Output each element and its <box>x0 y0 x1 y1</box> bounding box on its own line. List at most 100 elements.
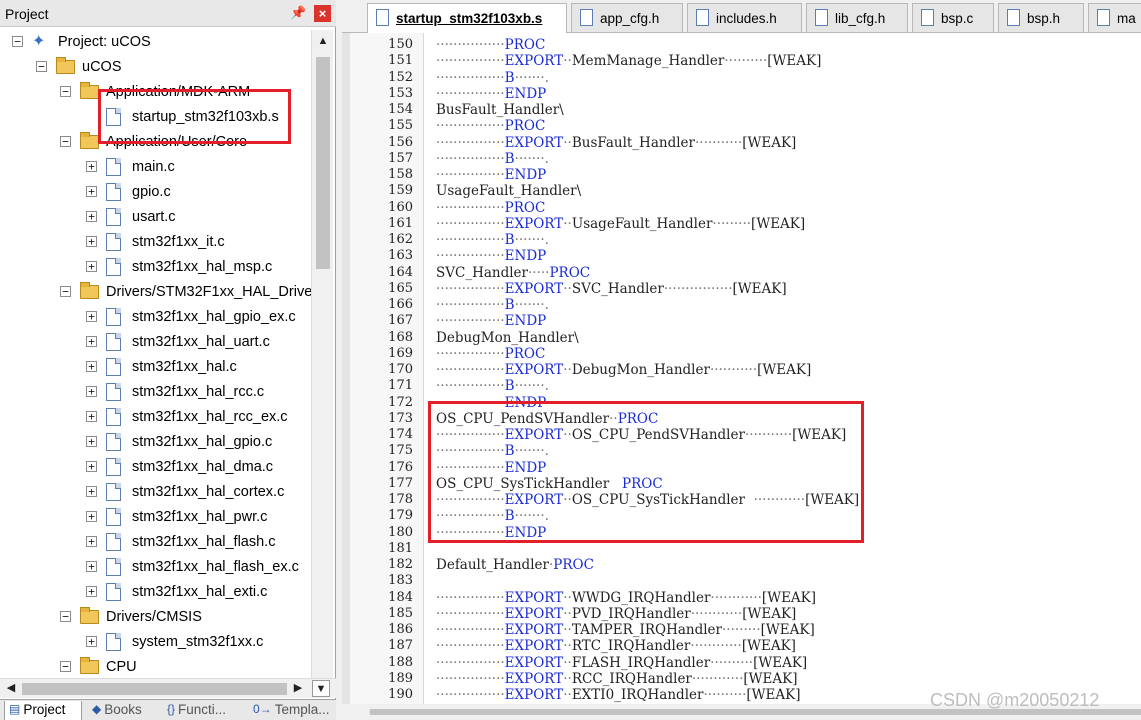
scroll-thumb[interactable] <box>316 57 330 269</box>
pin-icon[interactable]: 📌 <box>290 5 306 22</box>
tree-folder-item[interactable]: − Drivers/CMSIS <box>0 605 311 630</box>
expand-icon[interactable]: + <box>86 311 97 322</box>
expand-icon[interactable]: + <box>86 261 97 272</box>
code-token: RCC_IRQHandler <box>571 670 692 687</box>
line-number: 160 <box>388 199 413 215</box>
panel-tab-2[interactable]: {} Functi... <box>163 701 245 720</box>
file-tab-6[interactable]: ma <box>1088 3 1141 32</box>
collapse-icon[interactable]: − <box>60 611 71 622</box>
scroll-thumb[interactable] <box>22 683 287 695</box>
expand-icon[interactable]: + <box>86 461 97 472</box>
tree-folder-item[interactable]: − CPU <box>0 655 311 678</box>
tree-file-item[interactable]: + stm32f1xx_hal_exti.c <box>0 580 311 605</box>
close-panel-button[interactable]: × <box>314 5 331 22</box>
tree-file-item[interactable]: + stm32f1xx_hal_dma.c <box>0 455 311 480</box>
collapse-icon[interactable]: − <box>60 86 71 97</box>
whitespace-marker: ················ <box>436 134 505 151</box>
expand-icon[interactable]: + <box>86 561 97 572</box>
expand-icon[interactable]: + <box>86 211 97 222</box>
collapse-icon[interactable]: − <box>60 286 71 297</box>
whitespace-marker <box>609 476 622 492</box>
file-tab-3[interactable]: lib_cfg.h <box>806 3 908 32</box>
tree-file-item[interactable]: + usart.c <box>0 205 311 230</box>
scroll-up-icon[interactable]: ▲ <box>314 32 332 50</box>
tree-file-item[interactable]: + gpio.c <box>0 180 311 205</box>
tree-file-item[interactable]: + stm32f1xx_hal_gpio.c <box>0 430 311 455</box>
tree-file-item[interactable]: + stm32f1xx_it.c <box>0 230 311 255</box>
tree-item-label: stm32f1xx_hal_exti.c <box>132 584 268 600</box>
tree-item-label: stm32f1xx_hal_pwr.c <box>132 509 268 525</box>
tree-file-item[interactable]: + stm32f1xx_hal_rcc_ex.c <box>0 405 311 430</box>
expand-icon[interactable]: + <box>86 636 97 647</box>
collapse-icon[interactable]: − <box>60 136 71 147</box>
scroll-left-icon[interactable]: ◀ <box>3 680 19 697</box>
tree-file-item[interactable]: + stm32f1xx_hal_flash.c <box>0 530 311 555</box>
panel-tab-3[interactable]: 0→ Templa... <box>249 701 331 720</box>
whitespace-marker: ·· <box>563 362 572 378</box>
tree-folder-item[interactable]: − Application/MDK-ARM <box>0 80 311 105</box>
expand-icon[interactable]: + <box>86 536 97 547</box>
expand-icon[interactable]: + <box>86 436 97 447</box>
tree-item-label: stm32f1xx_hal.c <box>132 359 237 375</box>
tree-file-item[interactable]: + stm32f1xx_hal_msp.c <box>0 255 311 280</box>
tree-horizontal-scrollbar[interactable]: ◀ ▶ ▼ <box>0 678 336 698</box>
file-icon <box>106 158 121 176</box>
tree-file-item[interactable]: + stm32f1xx_hal_gpio_ex.c <box>0 305 311 330</box>
tree-vertical-scrollbar[interactable]: ▲ <box>311 30 333 678</box>
line-number: 166 <box>388 297 413 312</box>
tree-file-item[interactable]: startup_stm32f103xb.s <box>0 105 311 130</box>
file-tab-2[interactable]: includes.h <box>687 3 802 32</box>
tree-target-item[interactable]: − uCOS <box>0 55 311 80</box>
expand-icon[interactable]: + <box>86 236 97 247</box>
whitespace-marker: ·· <box>563 492 572 508</box>
line-number: 151 <box>388 53 413 69</box>
line-number: 153 <box>388 85 413 101</box>
code-token: MemManage_Handler <box>571 53 725 70</box>
tree-file-item[interactable]: + stm32f1xx_hal_rcc.c <box>0 380 311 405</box>
collapse-icon[interactable]: − <box>12 36 23 47</box>
scroll-right-icon[interactable]: ▶ <box>290 680 306 697</box>
tree-file-item[interactable]: + stm32f1xx_hal_flash_ex.c <box>0 555 311 580</box>
expand-icon[interactable]: + <box>86 511 97 522</box>
expand-icon[interactable]: + <box>86 161 97 172</box>
collapse-icon[interactable]: − <box>36 61 47 72</box>
gutter-margin[interactable] <box>342 33 350 704</box>
line-number: 187 <box>388 638 413 654</box>
panel-tab-0[interactable]: ▤ Project <box>4 701 82 720</box>
tree-file-item[interactable]: + stm32f1xx_hal_pwr.c <box>0 505 311 530</box>
tree-folder-item[interactable]: − Application/User/Core <box>0 130 311 155</box>
file-tab-5[interactable]: bsp.h <box>998 3 1084 32</box>
file-tab-1[interactable]: app_cfg.h <box>571 3 683 32</box>
tree-file-item[interactable]: + stm32f1xx_hal.c <box>0 355 311 380</box>
code-line: ················EXPORT··EXTI0_IRQHandler… <box>436 687 800 703</box>
code-line: ················ENDP <box>436 167 546 183</box>
code-area[interactable]: 150 151 152 153 154 155 156 157 158 159 160 161 162 1… <box>342 33 1141 704</box>
expand-icon[interactable]: + <box>86 186 97 197</box>
file-tab-0[interactable]: startup_stm32f103xb.s <box>367 3 567 33</box>
expand-icon[interactable]: + <box>86 486 97 497</box>
tree-file-item[interactable]: + main.c <box>0 155 311 180</box>
code-token: [WEAK] <box>760 622 815 638</box>
tree-project-item[interactable]: − ✦ Project: uCOS <box>0 30 311 55</box>
code-keyword: B <box>504 297 515 313</box>
tree-file-item[interactable]: + stm32f1xx_hal_cortex.c <box>0 480 311 505</box>
code-keyword: ENDP <box>504 394 547 411</box>
tree-file-item[interactable]: + stm32f1xx_hal_uart.c <box>0 330 311 355</box>
tree-file-item[interactable]: + system_stm32f1xx.c <box>0 630 311 655</box>
line-number: 156 <box>388 134 413 150</box>
code-keyword: PROC <box>504 118 546 135</box>
tree-folder-item[interactable]: − Drivers/STM32F1xx_HAL_Driver <box>0 280 311 305</box>
tree-item-label: stm32f1xx_hal_cortex.c <box>132 484 285 500</box>
scroll-down-icon[interactable]: ▼ <box>312 680 330 697</box>
whitespace-marker: ················ <box>436 215 505 232</box>
expand-icon[interactable]: + <box>86 336 97 347</box>
expand-icon[interactable]: + <box>86 386 97 397</box>
code-keyword: EXPORT <box>504 215 564 232</box>
expand-icon[interactable]: + <box>86 361 97 372</box>
code-line: ················ENDP <box>436 86 546 102</box>
panel-tab-1[interactable]: ◆ Books <box>88 701 160 720</box>
expand-icon[interactable]: + <box>86 411 97 422</box>
file-tab-4[interactable]: bsp.c <box>912 3 994 32</box>
collapse-icon[interactable]: − <box>60 661 71 672</box>
expand-icon[interactable]: + <box>86 586 97 597</box>
